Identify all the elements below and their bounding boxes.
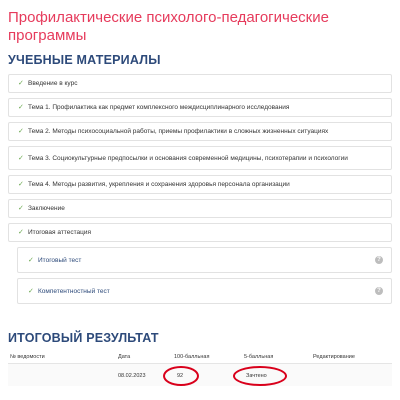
material-item-label: Заключение bbox=[28, 205, 65, 212]
cell-date: 08.02.2023 bbox=[118, 373, 146, 379]
column-header-score-5: 5-балльная bbox=[244, 354, 274, 360]
material-item-label: Тема 4. Методы развития, укрепления и со… bbox=[28, 181, 290, 188]
material-subitem-label: Итоговый тест bbox=[38, 256, 82, 264]
grade-highlight-ring bbox=[233, 366, 287, 386]
check-icon: ✓ bbox=[18, 104, 24, 111]
material-item-label: Тема 1. Профилактика как предмет комплек… bbox=[28, 104, 290, 111]
column-header-edit: Редактирование bbox=[313, 354, 355, 360]
material-item-topic-3[interactable]: ✓ Тема 3. Социокультурные предпосылки и … bbox=[8, 146, 392, 170]
results-table: № ведомости Дата 100-балльная 5-балльная… bbox=[8, 350, 392, 386]
material-item-label: Тема 2. Методы психосоциальной работы, п… bbox=[28, 128, 329, 135]
score-highlight-ring bbox=[163, 366, 199, 386]
material-item-topic-2[interactable]: ✓ Тема 2. Методы психосоциальной работы,… bbox=[8, 122, 392, 141]
material-item-topic-4[interactable]: ✓ Тема 4. Методы развития, укрепления и … bbox=[8, 175, 392, 194]
material-item-topic-1[interactable]: ✓ Тема 1. Профилактика как предмет компл… bbox=[8, 98, 392, 117]
check-icon: ✓ bbox=[28, 287, 34, 295]
material-subitem-competency-test[interactable]: ✓ Компетентностный тест ? bbox=[17, 278, 392, 304]
column-header-date: Дата bbox=[118, 354, 131, 360]
materials-heading: УЧЕБНЫЕ МАТЕРИАЛЫ bbox=[8, 53, 161, 67]
check-icon: ✓ bbox=[18, 205, 24, 212]
material-item-intro[interactable]: ✓ Введение в курс bbox=[8, 74, 392, 93]
material-item-label: Введение в курс bbox=[28, 80, 78, 87]
check-icon: ✓ bbox=[18, 229, 24, 236]
page-title: Профилактические психолого-педагогически… bbox=[8, 9, 329, 44]
results-header-row: № ведомости Дата 100-балльная 5-балльная… bbox=[8, 350, 392, 364]
check-icon: ✓ bbox=[18, 181, 24, 188]
materials-list: ✓ Введение в курс ✓ Тема 1. Профилактика… bbox=[8, 74, 392, 309]
check-icon: ✓ bbox=[28, 256, 34, 264]
material-subitem-label: Компетентностный тест bbox=[38, 287, 110, 295]
material-item-label: Тема 3. Социокультурные предпосылки и ос… bbox=[28, 154, 348, 162]
material-item-conclusion[interactable]: ✓ Заключение bbox=[8, 199, 392, 218]
check-icon: ✓ bbox=[18, 128, 24, 135]
help-icon[interactable]: ? bbox=[375, 256, 383, 264]
table-row: 08.02.2023 92 Зачтено bbox=[8, 364, 392, 386]
material-item-final-attestation[interactable]: ✓ Итоговая аттестация bbox=[8, 223, 392, 242]
column-header-number: № ведомости bbox=[10, 354, 45, 360]
material-subitem-final-test[interactable]: ✓ Итоговый тест ? bbox=[17, 247, 392, 273]
result-heading: ИТОГОВЫЙ РЕЗУЛЬТАТ bbox=[8, 331, 159, 345]
column-header-score-100: 100-балльная bbox=[174, 354, 210, 360]
help-icon[interactable]: ? bbox=[375, 287, 383, 295]
check-icon: ✓ bbox=[18, 80, 24, 87]
material-item-label: Итоговая аттестация bbox=[28, 229, 91, 236]
check-icon: ✓ bbox=[18, 154, 24, 162]
